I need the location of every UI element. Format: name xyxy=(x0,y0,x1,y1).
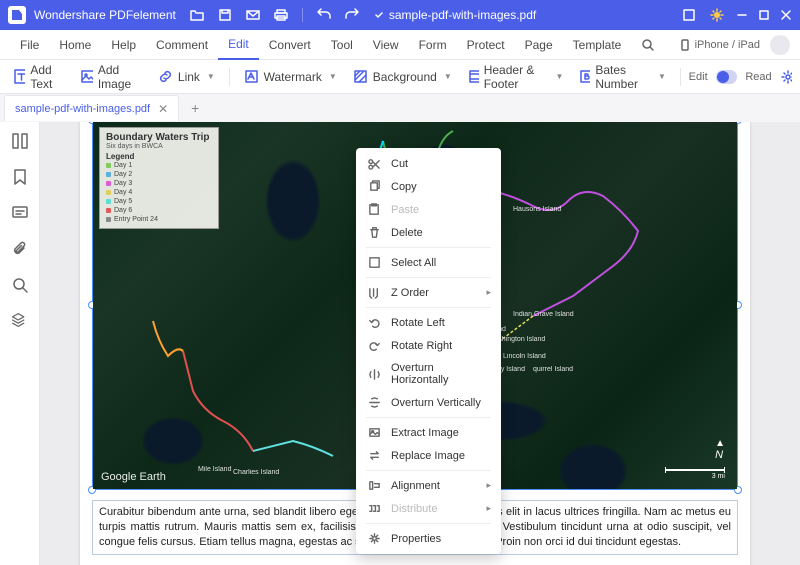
minimize-icon[interactable] xyxy=(736,9,748,21)
search-icon[interactable] xyxy=(641,38,655,52)
bates-number-button[interactable]: Bates Number▼ xyxy=(573,64,671,90)
legend-item: Day 3 xyxy=(106,179,212,188)
comments-icon[interactable] xyxy=(11,204,29,222)
user-avatar[interactable] xyxy=(770,35,790,55)
menu-form[interactable]: Form xyxy=(409,30,457,60)
ctx-extract-image[interactable]: Extract Image xyxy=(356,421,501,444)
bookmarks-icon[interactable] xyxy=(11,168,29,186)
attachments-icon[interactable] xyxy=(11,240,29,258)
ctx-delete[interactable]: Delete xyxy=(356,221,501,244)
gear-icon[interactable] xyxy=(780,69,792,85)
menu-bar: FileHomeHelpCommentEditConvertToolViewFo… xyxy=(0,30,800,60)
legend-title: Boundary Waters Trip xyxy=(106,132,212,143)
legend-item: Day 6 xyxy=(106,206,212,215)
menu-template[interactable]: Template xyxy=(563,30,632,60)
map-place-label: Lincoln Island xyxy=(503,353,546,360)
add-image-button[interactable]: Add Image xyxy=(75,64,147,90)
close-icon[interactable] xyxy=(780,9,792,21)
titlebar-filename: sample-pdf-with-images.pdf xyxy=(373,8,536,22)
menu-view[interactable]: View xyxy=(363,30,409,60)
mail-icon[interactable] xyxy=(246,8,260,22)
legend-item: Day 2 xyxy=(106,170,212,179)
map-place-label: Indian Grave Island xyxy=(513,311,574,318)
map-attribution: Google Earth xyxy=(101,471,166,483)
ctx-select-all[interactable]: Select All xyxy=(356,251,501,274)
layers-icon[interactable] xyxy=(11,312,29,330)
menu-tool[interactable]: Tool xyxy=(321,30,363,60)
map-legend: Boundary Waters Trip Six days in BWCA Le… xyxy=(99,127,219,229)
left-sidebar xyxy=(0,122,40,565)
menu-home[interactable]: Home xyxy=(49,30,101,60)
window-icon[interactable] xyxy=(682,8,696,22)
title-bar: Wondershare PDFelement sample-pdf-with-i… xyxy=(0,0,800,30)
menu-help[interactable]: Help xyxy=(101,30,146,60)
background-button[interactable]: Background▼ xyxy=(347,64,458,90)
app-name: Wondershare PDFelement xyxy=(34,8,176,22)
link-button[interactable]: Link▼ xyxy=(152,64,221,90)
thumbnails-icon[interactable] xyxy=(11,132,29,150)
maximize-icon[interactable] xyxy=(758,9,770,21)
map-place-label: Mile Island xyxy=(198,466,231,473)
menu-page[interactable]: Page xyxy=(515,30,563,60)
print-icon[interactable] xyxy=(274,8,288,22)
document-tab[interactable]: sample-pdf-with-images.pdf✕ xyxy=(4,95,179,121)
ctx-replace-image[interactable]: Replace Image xyxy=(356,444,501,467)
ctx-alignment[interactable]: Alignment▸ xyxy=(356,474,501,497)
map-place-label: Charlies Island xyxy=(233,469,279,476)
search-panel-icon[interactable] xyxy=(11,276,29,294)
legend-item: Entry Point 24 xyxy=(106,215,212,224)
ctx-rotate-right[interactable]: Rotate Right xyxy=(356,334,501,357)
redo-icon[interactable] xyxy=(345,8,359,22)
ctx-z-order[interactable]: Z Order▸ xyxy=(356,281,501,304)
menu-comment[interactable]: Comment xyxy=(146,30,218,60)
menu-convert[interactable]: Convert xyxy=(259,30,321,60)
new-tab-button[interactable]: + xyxy=(185,100,205,116)
theme-icon[interactable] xyxy=(710,8,724,22)
ctx-properties[interactable]: Properties xyxy=(356,527,501,550)
device-link[interactable]: iPhone / iPad xyxy=(679,39,760,51)
folder-icon[interactable] xyxy=(190,8,204,22)
watermark-button[interactable]: Watermark▼ xyxy=(238,64,343,90)
legend-item: Day 4 xyxy=(106,188,212,197)
menu-file[interactable]: File xyxy=(10,30,49,60)
save-icon[interactable] xyxy=(218,8,232,22)
app-logo xyxy=(8,6,26,24)
ctx-paste: Paste xyxy=(356,198,501,221)
legend-subtitle: Six days in BWCA xyxy=(106,143,212,150)
compass-icon: N xyxy=(715,438,725,461)
map-place-label: quirrel Island xyxy=(533,366,573,373)
ctx-distribute: Distribute▸ xyxy=(356,497,501,520)
map-scale: 3 mi xyxy=(665,469,725,477)
ctx-cut[interactable]: Cut xyxy=(356,152,501,175)
legend-item: Day 1 xyxy=(106,161,212,170)
menu-edit[interactable]: Edit xyxy=(218,30,259,60)
document-tab-bar: sample-pdf-with-images.pdf✕ + xyxy=(0,94,800,122)
read-mode-label: Read xyxy=(745,71,771,83)
ctx-rotate-left[interactable]: Rotate Left xyxy=(356,311,501,334)
map-place-label: Hausons Island xyxy=(513,206,561,213)
edit-mode-label: Edit xyxy=(689,71,708,83)
ctx-overturn-vertically[interactable]: Overturn Vertically xyxy=(356,391,501,414)
tab-close-icon[interactable]: ✕ xyxy=(158,102,168,116)
ctx-copy[interactable]: Copy xyxy=(356,175,501,198)
edit-toggle[interactable] xyxy=(716,70,738,84)
image-context-menu: CutCopyPasteDelete Select All Z Order▸ Rota… xyxy=(356,148,501,554)
header-footer-button[interactable]: Header & Footer▼ xyxy=(462,64,570,90)
undo-icon[interactable] xyxy=(317,8,331,22)
ctx-overturn-horizontally[interactable]: Overturn Horizontally xyxy=(356,357,501,391)
menu-protect[interactable]: Protect xyxy=(457,30,515,60)
add-text-button[interactable]: Add Text xyxy=(8,64,71,90)
legend-item: Day 5 xyxy=(106,197,212,206)
edit-toolbar: Add Text Add Image Link▼ Watermark▼ Back… xyxy=(0,60,800,94)
